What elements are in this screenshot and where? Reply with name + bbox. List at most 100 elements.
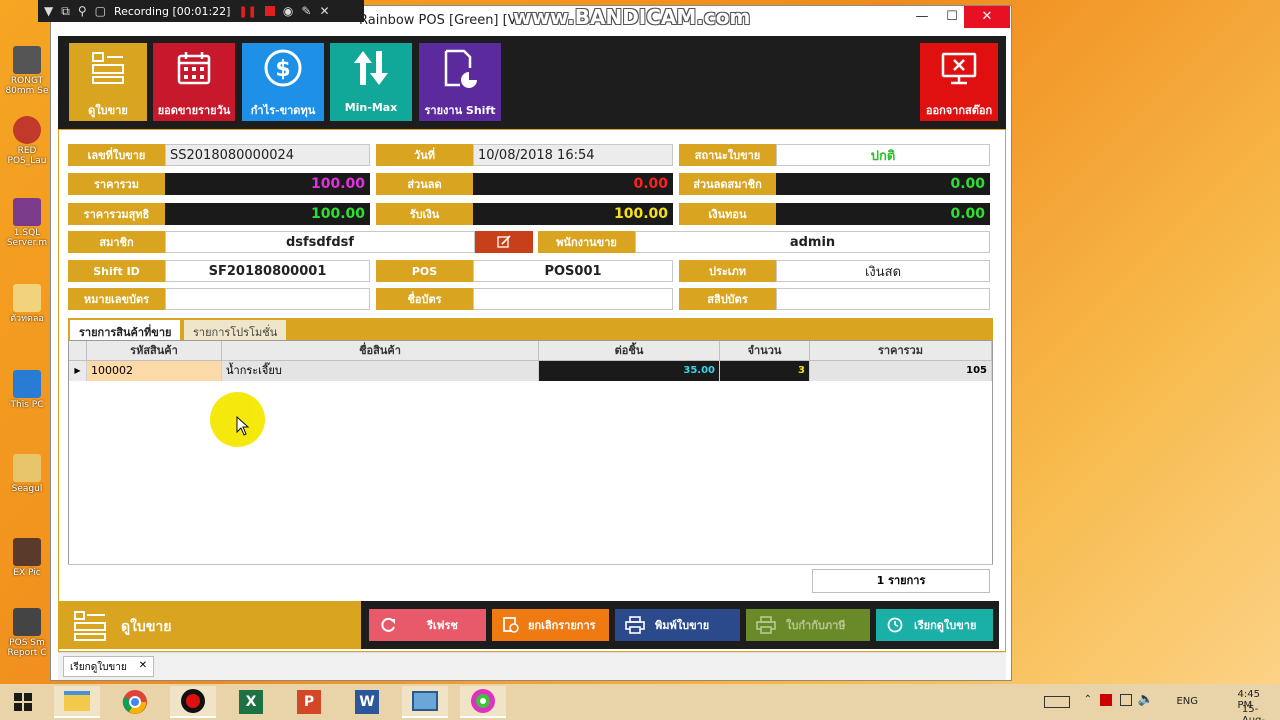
cell-price[interactable]: 35.00	[539, 361, 720, 381]
received-field: รับเงิน 100.00	[376, 203, 673, 225]
tab-sold-items[interactable]: รายการสินค้าที่ขาย	[70, 320, 181, 340]
cancel-doc-icon	[503, 617, 519, 633]
date-value[interactable]: 10/08/2018 16:54	[473, 144, 673, 166]
view-bills-button[interactable]: เรียกดูใบขาย	[876, 609, 993, 641]
desktop-icon-red-pos[interactable]: RED POS_Lau	[2, 116, 52, 166]
desktop-icon-printer[interactable]: RONGT 80mm Se	[2, 46, 52, 96]
recorder-bar: ▼ ⧉ ⚲ ▢ Recording [00:01:22] ❚❚ ◉ ✎ ✕	[38, 0, 364, 22]
printer-icon	[13, 46, 41, 74]
desktop-icon-folder-1[interactable]: ตัวทดลอ	[2, 284, 52, 324]
daily-sales-button[interactable]: ยอดขายรายวัน	[153, 43, 235, 121]
list-icon	[69, 43, 147, 93]
min-max-button[interactable]: Min-Max	[330, 43, 412, 121]
desktop-icon-this-pc[interactable]: This PC	[2, 370, 52, 410]
network-status-icon[interactable]	[1120, 694, 1132, 706]
security-icon[interactable]	[1100, 694, 1112, 706]
taskbar-pos-app[interactable]	[460, 686, 506, 718]
net-value[interactable]: 100.00	[165, 203, 370, 225]
card-no-value[interactable]	[165, 288, 370, 310]
desktop-icon-pos-report[interactable]: POS Sm Report C	[2, 608, 52, 658]
close-button[interactable]: ✕	[964, 6, 1010, 28]
item-tabs: รายการสินค้าที่ขาย รายการโปรโมชั่น	[68, 318, 993, 340]
change-field: เงินทอน 0.00	[679, 203, 990, 225]
col-total[interactable]: ราคารวม	[810, 341, 992, 361]
tray-overflow-icon[interactable]: ⌃	[1084, 694, 1092, 705]
clock-date[interactable]: 15-Aug-18	[1242, 704, 1265, 720]
pos-icon	[13, 116, 41, 144]
cell-code[interactable]: 100002	[87, 361, 222, 381]
row-header-corner	[69, 341, 87, 361]
menu-down-icon[interactable]: ▼	[44, 4, 53, 18]
keyboard-icon[interactable]	[1044, 696, 1070, 708]
window-mode-icon[interactable]: ⧉	[61, 4, 70, 19]
pos-icon	[471, 689, 495, 713]
col-qty[interactable]: จำนวน	[720, 341, 810, 361]
col-name[interactable]: ชื่อสินค้า	[222, 341, 539, 361]
open-tab-view-bills[interactable]: เรียกดูใบขาย ✕	[63, 656, 155, 677]
discount-value[interactable]: 0.00	[473, 173, 673, 195]
refresh-button[interactable]: รีเฟรช	[369, 609, 486, 641]
tax-invoice-button[interactable]: ใบกำกับภาษี	[746, 609, 870, 641]
payment-type-value[interactable]: เงินสด	[776, 260, 990, 282]
received-value[interactable]: 100.00	[473, 203, 673, 225]
card-name-value[interactable]	[473, 288, 673, 310]
slip-value[interactable]	[776, 288, 990, 310]
cancel-bill-button[interactable]: ยกเลิกรายการ	[492, 609, 609, 641]
desktop-icon-ex-pic[interactable]: EX Pic	[2, 538, 52, 578]
shift-report-button[interactable]: รายงาน Shift	[419, 43, 501, 121]
screen-region-icon[interactable]: ▢	[95, 4, 106, 18]
search-icon	[887, 617, 903, 633]
view-bill-button[interactable]: ดูใบขาย	[69, 43, 147, 121]
member-value[interactable]: dsfsdfdsf	[165, 231, 475, 253]
start-button[interactable]	[0, 686, 46, 718]
print-bill-button[interactable]: พิมพ์ใบขาย	[615, 609, 740, 641]
taskbar-recorder[interactable]	[170, 686, 216, 718]
search-icon[interactable]: ⚲	[78, 4, 87, 18]
col-price[interactable]: ต่อชิ้น	[539, 341, 720, 361]
taskbar-network-app[interactable]	[402, 686, 448, 718]
logout-button[interactable]: ออกจากสต๊อก	[920, 43, 998, 121]
bottom-title: ดูใบขาย	[121, 619, 172, 635]
file-explorer-icon	[64, 691, 90, 711]
desktop-icon-seagul[interactable]: Seagul	[2, 454, 52, 494]
profit-loss-button[interactable]: $ กำไร-ขาดทุน	[242, 43, 324, 121]
maximize-button[interactable]: ☐	[937, 6, 967, 28]
camera-icon[interactable]: ◉	[283, 4, 293, 18]
taskbar-word[interactable]: W	[344, 686, 390, 718]
close-icon[interactable]: ✕	[319, 4, 329, 18]
taskbar-excel[interactable]: X	[228, 686, 274, 718]
tab-promotions[interactable]: รายการโปรโมชั่น	[184, 320, 287, 340]
shift-field: Shift ID SF20180800001	[68, 260, 370, 282]
cashier-value[interactable]: admin	[635, 231, 990, 253]
member-discount-value[interactable]: 0.00	[776, 173, 990, 195]
row-selector-icon: ▶	[69, 361, 87, 381]
minimize-button[interactable]: —	[907, 6, 937, 28]
status-field: สถานะใบขาย ปกติ	[679, 144, 990, 166]
bill-no-value[interactable]: SS2018080000024	[165, 144, 370, 166]
edit-member-button[interactable]	[475, 231, 533, 253]
folder-icon	[13, 538, 41, 566]
taskbar-chrome[interactable]	[112, 686, 158, 718]
language-indicator[interactable]: ENG	[1176, 696, 1198, 707]
volume-icon[interactable]: 🔈	[1138, 692, 1154, 707]
close-tab-icon[interactable]: ✕	[139, 660, 147, 673]
taskbar-powerpoint[interactable]: P	[286, 686, 332, 718]
pos-value[interactable]: POS001	[473, 260, 673, 282]
stop-icon[interactable]	[264, 6, 275, 16]
bill-content: เลขที่ใบขาย SS2018080000024 วันที่ 10/08…	[58, 129, 1006, 652]
change-value[interactable]: 0.00	[776, 203, 990, 225]
pause-icon[interactable]: ❚❚	[238, 5, 256, 18]
cell-qty[interactable]: 3	[720, 361, 810, 381]
desktop-icon-sql[interactable]: 1.SQL Server.m	[2, 198, 52, 248]
status-value[interactable]: ปกติ	[776, 144, 990, 166]
shift-value[interactable]: SF20180800001	[165, 260, 370, 282]
dollar-icon: $	[242, 43, 324, 93]
col-code[interactable]: รหัสสินค้า	[87, 341, 222, 361]
total-value[interactable]: 100.00	[165, 173, 370, 195]
cell-total[interactable]: 105	[810, 361, 992, 381]
cursor-highlight	[210, 392, 265, 447]
cell-name[interactable]: น้ำกระเจี๊ยบ	[222, 361, 539, 381]
taskbar-file-explorer[interactable]	[54, 686, 100, 718]
network-icon	[412, 691, 438, 711]
pencil-icon[interactable]: ✎	[301, 4, 311, 18]
